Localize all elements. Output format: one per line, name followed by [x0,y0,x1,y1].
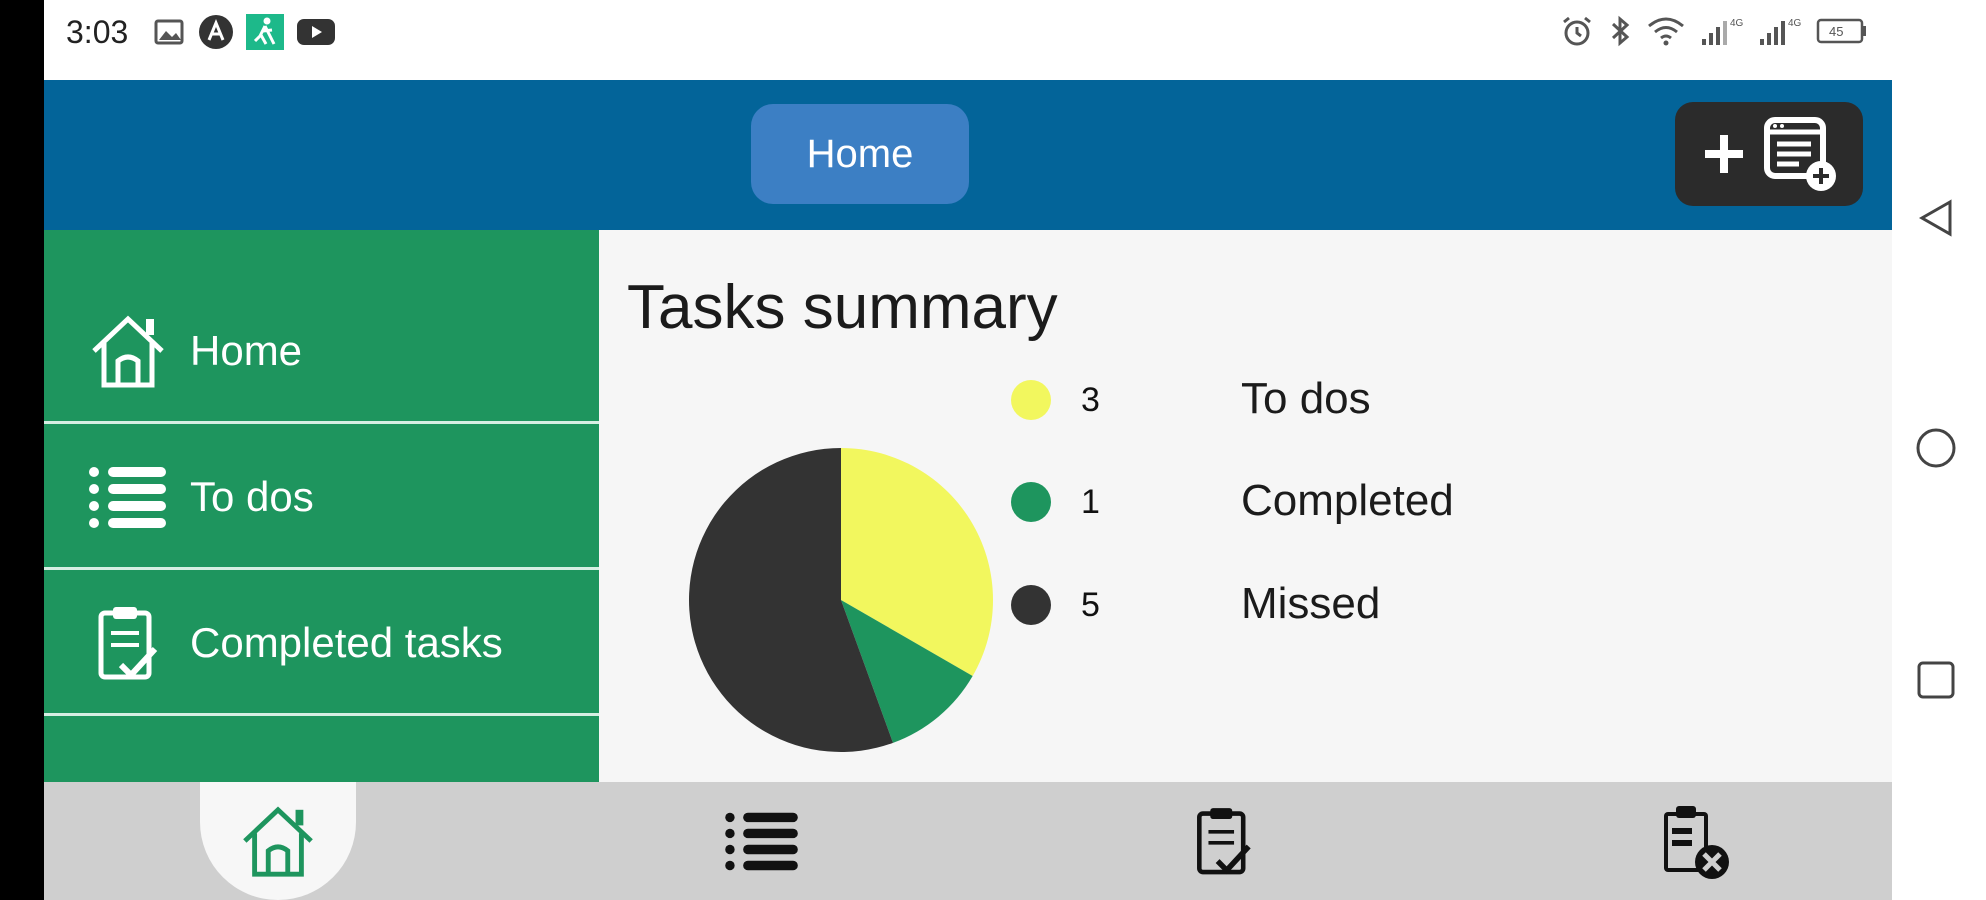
status-icons-right: 4G 4G 45 [1560,14,1868,48]
app-a-icon [199,15,233,49]
clipboard-check-icon [1197,808,1251,875]
signal-icon: 4G [1760,18,1802,45]
bottom-nav-missed[interactable] [1624,782,1764,900]
bottom-nav-todos[interactable] [692,782,832,900]
main-content: Tasks summary 3 To dos 1 Completed 5 Missed [599,230,1892,782]
svg-text:4G: 4G [1730,18,1744,29]
home-icon [88,311,168,391]
legend-count: 3 [1081,380,1100,419]
legend-item: 5 [1011,585,1141,625]
add-task-icon [1764,117,1836,191]
pie-chart [689,448,993,752]
legend-item: 1 [1011,482,1141,522]
list-icon [88,457,168,537]
bottom-nav-home[interactable] [200,782,356,900]
sidebar-item-home[interactable]: Home [44,281,599,424]
legend-count: 1 [1081,482,1100,521]
legend-swatch [1011,380,1051,420]
status-bar: 3:03 4G 4G 45 [44,0,1892,80]
legend-item: 3 [1011,380,1141,420]
page-title: Tasks summary [627,273,1058,342]
home-circle-icon[interactable] [1914,426,1958,470]
sidebar-item-todos[interactable]: To dos [44,427,599,570]
add-task-button[interactable] [1675,102,1863,206]
legend-swatch [1011,585,1051,625]
wifi-icon [1648,17,1684,46]
legend-label: Completed [1241,476,1454,525]
image-icon [154,19,184,45]
battery-icon: 45 [1816,18,1866,44]
bottom-nav-completed[interactable] [1164,782,1284,900]
sidebar-item-label: Completed tasks [190,619,503,666]
sidebar-item-label: Home [190,327,303,374]
list-icon [725,812,798,871]
signal-icon: 4G [1702,18,1744,45]
bottom-nav [44,782,1892,900]
youtube-icon [297,19,335,45]
screen-bezel [0,0,44,900]
clipboard-check-icon [88,603,168,683]
status-icons-left [154,14,336,50]
status-time: 3:03 [66,14,129,50]
battery-level: 45 [1829,24,1843,39]
sidebar-item-more[interactable] [44,719,599,782]
clipboard-x-icon [1664,806,1729,879]
header-home-button[interactable]: Home [751,104,969,204]
system-nav-bar [1892,0,1986,900]
home-icon [243,806,313,877]
sidebar-item-label: To dos [190,473,314,520]
legend-swatch [1011,482,1051,522]
walker-icon [246,14,284,50]
back-icon[interactable] [1914,196,1958,240]
plus-icon [1705,135,1743,173]
app-header: Home [44,80,1892,230]
sidebar-item-completed[interactable]: Completed tasks [44,573,599,716]
svg-text:4G: 4G [1788,18,1802,29]
legend-count: 5 [1081,585,1100,624]
legend-label: Missed [1241,579,1381,628]
alarm-icon [1563,16,1591,46]
sidebar-menu: Home To dos Completed tasks [44,230,599,782]
legend-label: To dos [1241,374,1371,423]
bluetooth-icon [1611,15,1630,47]
recents-icon[interactable] [1914,658,1958,702]
